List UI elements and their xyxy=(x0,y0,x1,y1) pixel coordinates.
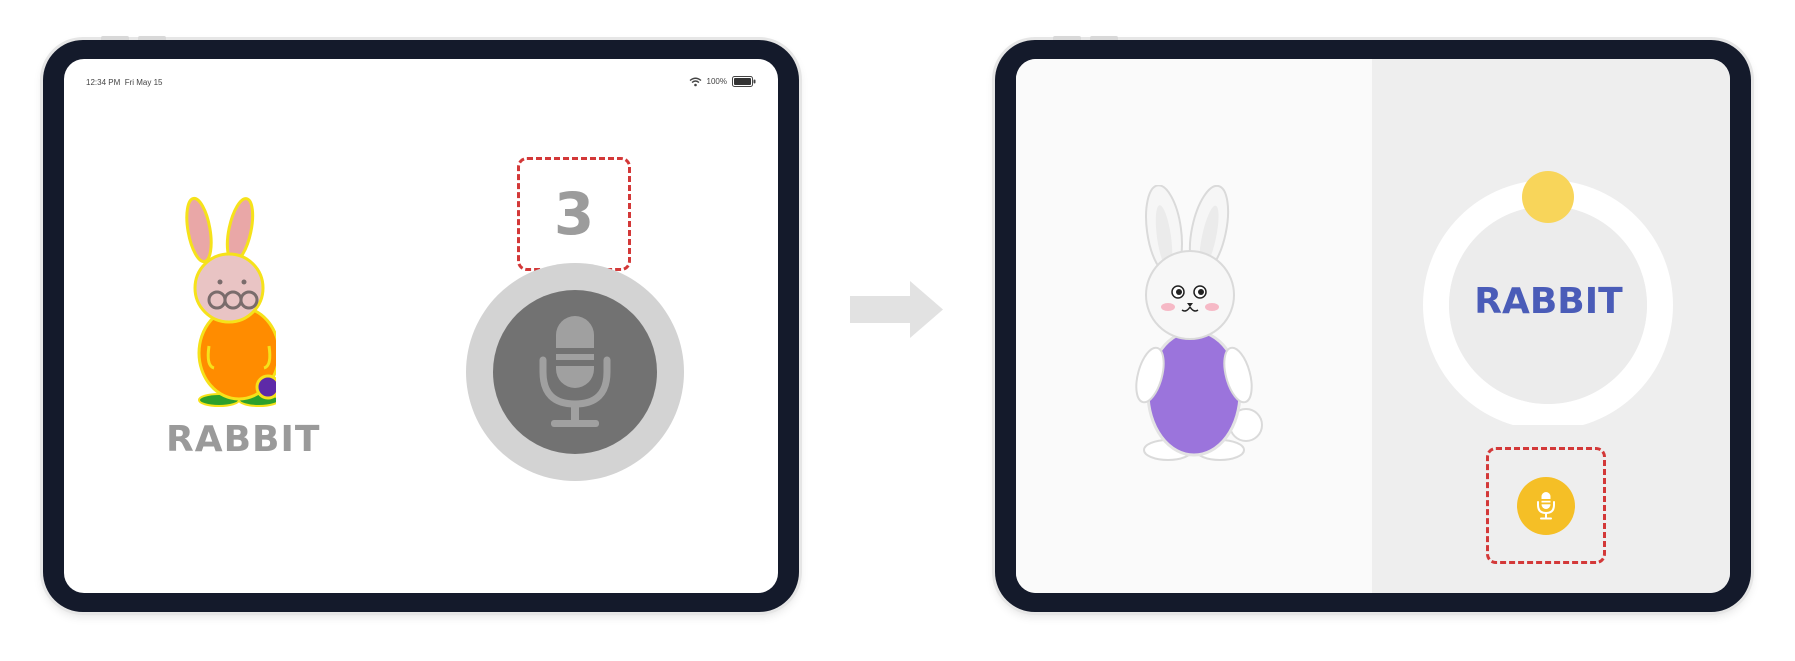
battery-percentage: 100% xyxy=(706,77,727,86)
tablet-right: RABBIT xyxy=(995,36,1751,612)
countdown-number: 3 xyxy=(553,180,595,248)
status-bar-time: 12:34 PM Fri May 15 xyxy=(86,78,163,87)
screen-listen-and-repeat: 12:34 PM Fri May 15 100% RABBIT 3 xyxy=(64,59,778,593)
screen-recording: RABBIT xyxy=(1016,59,1730,593)
rabbit-illustration xyxy=(1135,185,1263,461)
device-button xyxy=(1053,36,1081,40)
right-arrow-icon xyxy=(850,281,943,338)
rabbit-illustration xyxy=(185,196,276,407)
record-button[interactable] xyxy=(1517,476,1575,535)
countdown-highlight: 3 xyxy=(517,157,631,271)
microphone-button-inner xyxy=(493,290,657,454)
device-button xyxy=(138,36,166,40)
wifi-icon xyxy=(689,77,701,86)
microphone-icon xyxy=(539,316,611,427)
microphone-icon xyxy=(1537,491,1555,519)
record-button-highlight xyxy=(1486,447,1606,564)
status-date: Fri May 15 xyxy=(124,78,163,87)
device-button xyxy=(101,36,129,40)
status-bar-right: 100% xyxy=(689,76,756,87)
status-time: 12:34 PM xyxy=(86,78,121,87)
target-word: RABBIT xyxy=(1474,281,1623,322)
device-button xyxy=(1090,36,1118,40)
target-word: RABBIT xyxy=(166,419,321,460)
battery-icon xyxy=(732,76,756,87)
progress-indicator-dot xyxy=(1522,171,1574,223)
microphone-button[interactable] xyxy=(466,263,684,481)
tablet-left: 12:34 PM Fri May 15 100% RABBIT 3 xyxy=(43,36,799,612)
